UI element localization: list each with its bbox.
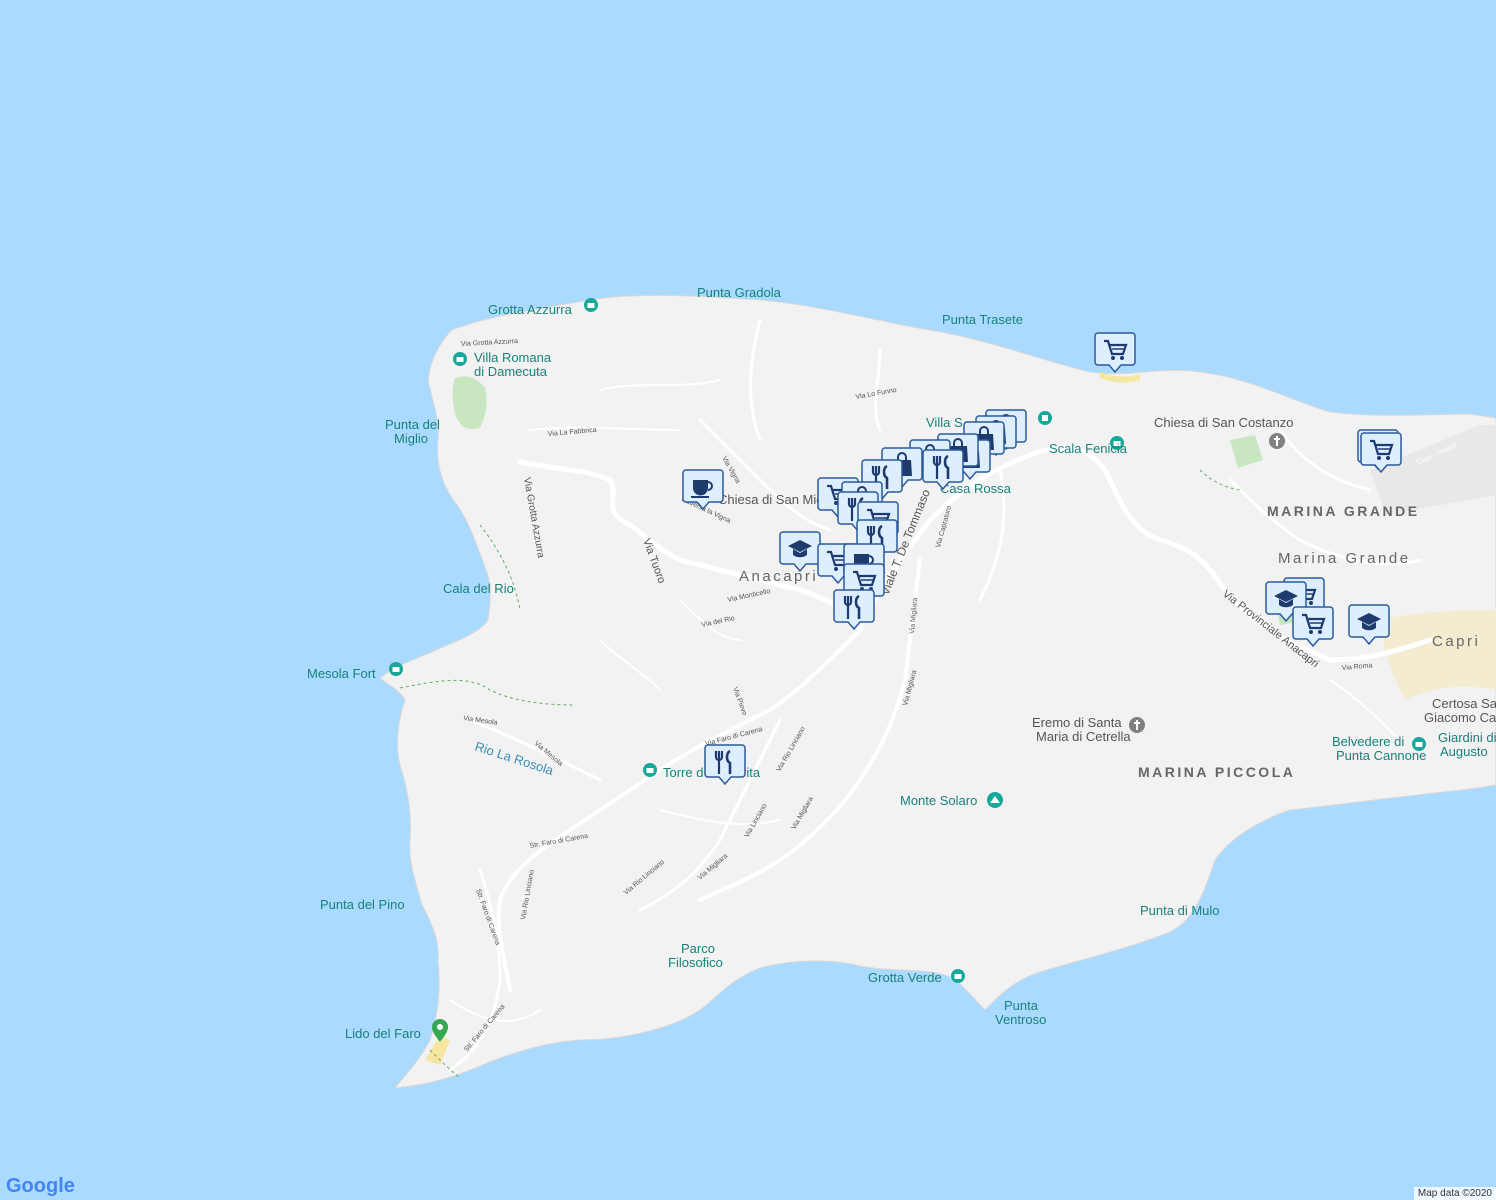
- place-label: Certosa San: [1432, 696, 1496, 711]
- place-label: Belvedere di: [1332, 734, 1404, 749]
- place-label: Lido del Faro: [345, 1026, 421, 1041]
- camera-icon: [584, 298, 598, 312]
- map-data-attribution[interactable]: Map data ©2020: [1413, 1187, 1496, 1200]
- place-label: Miglio: [394, 431, 428, 446]
- place-label: Giacomo Capri: [1424, 710, 1496, 725]
- place-label: Eremo di Santa: [1032, 715, 1122, 730]
- place-label: Chiesa di San Costanzo: [1154, 415, 1293, 430]
- camera-icon: [453, 352, 467, 366]
- museum-icon: [1038, 411, 1052, 425]
- map-canvas[interactable]: Via Grotta Azzurra Via Grotta Azzurra Vi…: [0, 0, 1496, 1200]
- place-label: Punta: [1004, 998, 1039, 1013]
- place-label: di Damecuta: [474, 364, 548, 379]
- camera-icon: [389, 662, 403, 676]
- place-label: Punta Gradola: [697, 285, 782, 300]
- google-logo: Google: [6, 1175, 75, 1198]
- place-label: Punta del: [385, 417, 440, 432]
- place-label: MARINA GRANDE: [1267, 503, 1420, 519]
- place-label: Anacapri: [739, 568, 818, 585]
- church-icon: [1269, 433, 1285, 449]
- place-label: Mesola Fort: [307, 666, 376, 681]
- place-label: Villa Romana: [474, 350, 552, 365]
- place-label: Parco: [681, 941, 715, 956]
- place-label: Augusto: [1440, 744, 1488, 759]
- place-label: Filosofico: [668, 955, 723, 970]
- camera-icon: [951, 969, 965, 983]
- place-label: Monte Solaro: [900, 793, 977, 808]
- place-label: Punta del Pino: [320, 897, 405, 912]
- place-label: Casa Rossa: [940, 481, 1012, 496]
- place-label: Cala del Rio: [443, 581, 514, 596]
- place-label: Grotta Azzurra: [488, 302, 573, 317]
- camera-icon: [643, 763, 657, 777]
- place-label: Chiesa di San Mic: [718, 492, 823, 507]
- place-label: Giardini di: [1438, 730, 1496, 745]
- place-label: Punta Cannone: [1336, 748, 1426, 763]
- place-label: Capri: [1432, 633, 1480, 650]
- place-label: Punta di Mulo: [1140, 903, 1220, 918]
- place-label: Villa S: [926, 415, 963, 430]
- mountain-icon: [987, 792, 1003, 808]
- place-label: Marina Grande: [1278, 550, 1411, 567]
- place-label: Torre d: [663, 765, 703, 780]
- church-icon: [1129, 717, 1145, 733]
- place-label: Maria di Cetrella: [1036, 729, 1131, 744]
- place-label: Scala Fenicia: [1049, 441, 1128, 456]
- place-label: Ventroso: [995, 1012, 1046, 1027]
- place-label: Grotta Verde: [868, 970, 942, 985]
- place-label: Punta Trasete: [942, 312, 1023, 327]
- logo-text: Google: [6, 1175, 75, 1197]
- place-label: MARINA PICCOLA: [1138, 764, 1295, 780]
